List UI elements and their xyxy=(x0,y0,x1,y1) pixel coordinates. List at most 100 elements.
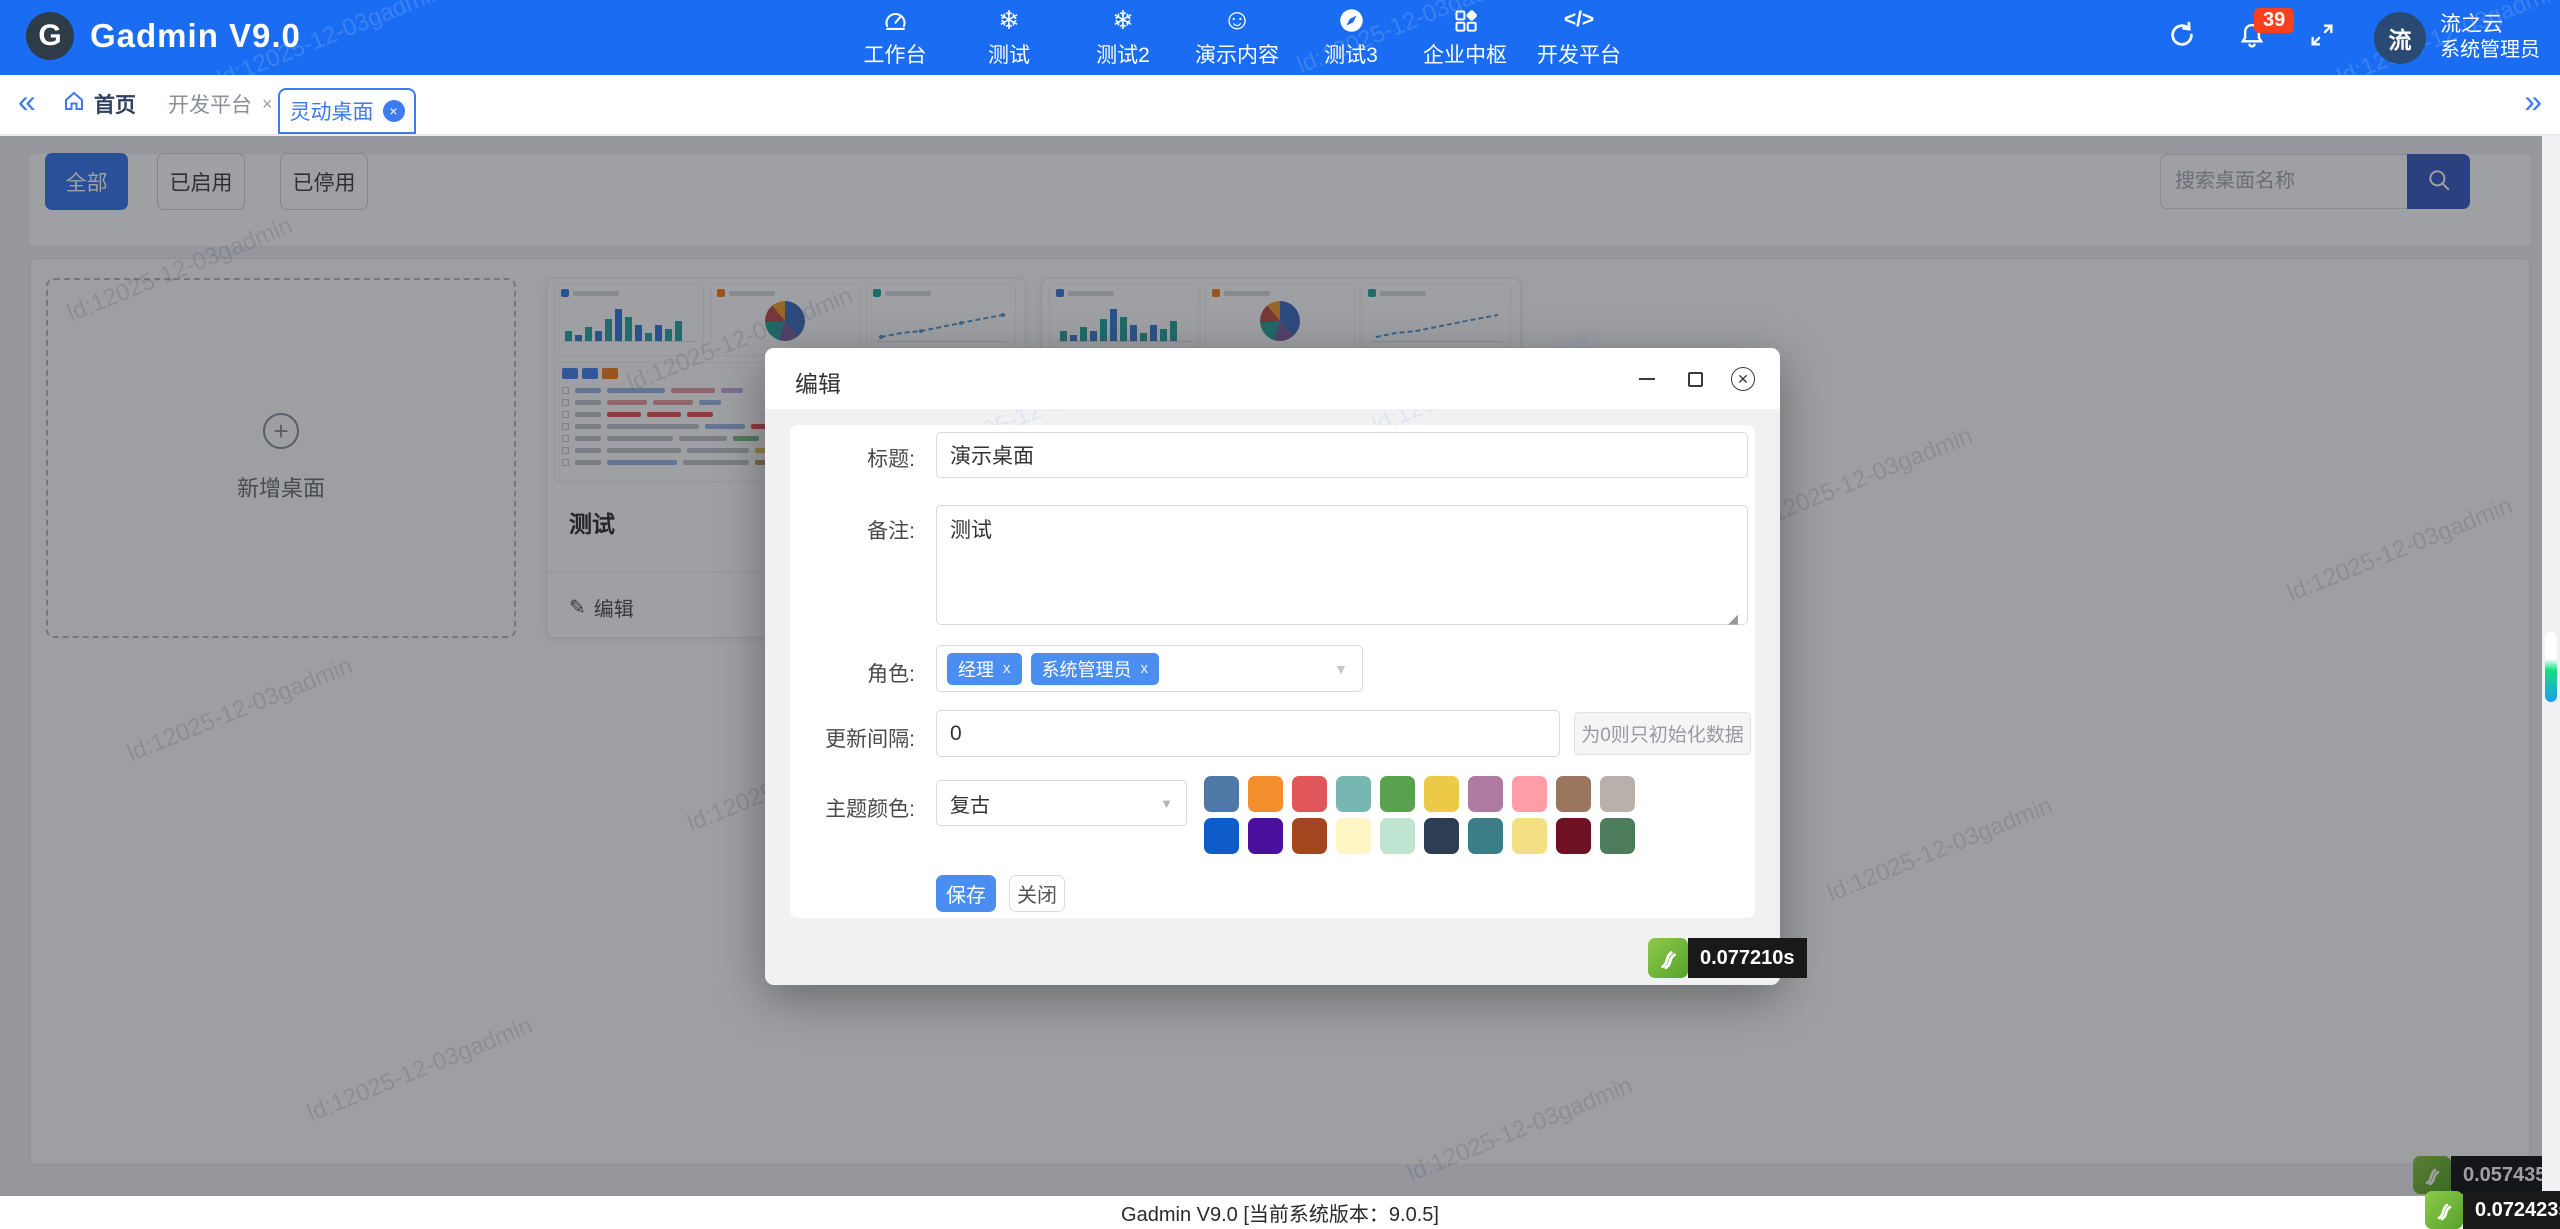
app-title: Gadmin V9.0 xyxy=(90,17,301,55)
interval-field-label: 更新间隔: xyxy=(790,723,915,753)
theme-color-swatch[interactable] xyxy=(1424,776,1459,812)
compass-icon xyxy=(1338,6,1365,34)
code-icon: </> xyxy=(1564,6,1594,34)
remove-tag-icon[interactable]: x xyxy=(1141,660,1149,677)
role-tag: 系统管理员x xyxy=(1031,653,1160,685)
dialog-titlebar: 编辑 ✕ xyxy=(765,348,1780,410)
theme-color-swatch[interactable] xyxy=(1248,818,1283,854)
performance-badge: 0.072423s xyxy=(2425,1191,2560,1229)
version-text: Gadmin V9.0 [当前系统版本：9.0.5] xyxy=(1121,1198,1439,1227)
maximize-button[interactable] xyxy=(1682,366,1708,392)
refresh-icon xyxy=(2167,20,2197,55)
chevron-down-icon: ▼ xyxy=(1160,796,1173,811)
theme-color-swatch[interactable] xyxy=(1336,776,1371,812)
scrollbar-thumb[interactable] xyxy=(2545,632,2557,702)
theme-color-swatch[interactable] xyxy=(1336,818,1371,854)
theme-color-swatch[interactable] xyxy=(1204,818,1239,854)
save-button[interactable]: 保存 xyxy=(936,875,996,912)
nav-item-workbench[interactable]: 工作台 xyxy=(845,0,945,75)
page-scrollbar xyxy=(2542,136,2560,1196)
nav-item-demo-content[interactable]: ☺ 演示内容 xyxy=(1187,0,1287,75)
theme-color-swatch[interactable] xyxy=(1468,776,1503,812)
close-icon: ✕ xyxy=(1731,367,1755,391)
tab-label: 灵动桌面 xyxy=(290,96,374,126)
roles-multiselect[interactable]: 经理x 系统管理员x ▼ xyxy=(936,645,1363,692)
theme-field-label: 主题颜色: xyxy=(790,793,915,823)
fullscreen-icon xyxy=(2308,21,2336,54)
theme-color-swatch[interactable] xyxy=(1600,818,1635,854)
title-input[interactable] xyxy=(936,432,1748,478)
minimize-icon xyxy=(1639,378,1655,381)
user-role: 系统管理员 xyxy=(2440,38,2540,63)
blocks-icon xyxy=(1452,6,1479,34)
remark-textarea[interactable]: 测试 xyxy=(936,505,1748,625)
user-org: 流之云 xyxy=(2440,12,2540,38)
nav-label: 测试 xyxy=(988,39,1030,69)
interval-hint-button[interactable]: 为0则只初始化数据 xyxy=(1574,712,1751,755)
avatar: 流 xyxy=(2374,12,2426,64)
nav-label: 演示内容 xyxy=(1195,39,1279,69)
tab-bar: « 首页 开发平台 × 灵动桌面 × » xyxy=(0,75,2560,135)
nav-label: 开发平台 xyxy=(1537,39,1621,69)
nav-label: 企业中枢 xyxy=(1423,39,1507,69)
snowflake-icon: ❄ xyxy=(1112,6,1134,34)
cancel-button[interactable]: 关闭 xyxy=(1009,875,1065,912)
theme-color-swatch[interactable] xyxy=(1424,818,1459,854)
nav-item-test[interactable]: ❄ 测试 xyxy=(959,0,1059,75)
interval-input[interactable] xyxy=(936,710,1560,757)
role-tag: 经理x xyxy=(947,653,1022,685)
perf-time-label: 0.077210s xyxy=(1688,938,1807,978)
theme-color-swatch[interactable] xyxy=(1468,818,1503,854)
refresh-button[interactable] xyxy=(2164,20,2200,56)
nav-item-test2[interactable]: ❄ 测试2 xyxy=(1073,0,1173,75)
theme-color-swatch[interactable] xyxy=(1204,776,1239,812)
theme-color-swatch[interactable] xyxy=(1600,776,1635,812)
remark-field-label: 备注: xyxy=(790,515,915,545)
user-menu[interactable]: 流 流之云 系统管理员 xyxy=(2374,12,2540,64)
status-bar: Gadmin V9.0 [当前系统版本：9.0.5] xyxy=(0,1196,2560,1229)
theme-color-swatch[interactable] xyxy=(1512,818,1547,854)
theme-color-swatch[interactable] xyxy=(1512,776,1547,812)
tab-label: 首页 xyxy=(94,89,136,119)
close-tab-icon[interactable]: × xyxy=(383,100,405,122)
app-header: ld:12025-12-03gadmin ld:12025-12-03gadmi… xyxy=(0,0,2560,75)
tabs-collapse-right[interactable]: » xyxy=(2524,83,2542,120)
maximize-icon xyxy=(1688,372,1703,387)
theme-color-swatch[interactable] xyxy=(1556,776,1591,812)
tab-label: 开发平台 xyxy=(168,89,252,119)
fullscreen-button[interactable] xyxy=(2304,20,2340,56)
close-tab-icon[interactable]: × xyxy=(262,94,273,115)
minimize-button[interactable] xyxy=(1634,366,1660,392)
theme-color-swatch[interactable] xyxy=(1292,818,1327,854)
app-logo: G xyxy=(26,12,74,60)
smiley-icon: ☺ xyxy=(1222,6,1252,34)
nav-label: 测试2 xyxy=(1096,39,1150,69)
theme-color-swatch[interactable] xyxy=(1380,776,1415,812)
remove-tag-icon[interactable]: x xyxy=(1003,660,1011,677)
chevron-down-icon: ▼ xyxy=(1334,661,1348,677)
close-button[interactable]: ✕ xyxy=(1730,366,1756,392)
nav-item-enterprise-hub[interactable]: 企业中枢 xyxy=(1415,0,1515,75)
dialog-form: 标题: 备注: 测试 ◢ 角色: 经理x 系统管理员x ▼ 更新间隔: 为0则只… xyxy=(790,425,1755,918)
nav-item-dev-platform[interactable]: </> 开发平台 xyxy=(1529,0,1629,75)
tabs-collapse-left[interactable]: « xyxy=(18,83,36,120)
theme-selected-value: 复古 xyxy=(950,789,990,818)
theme-color-swatch[interactable] xyxy=(1380,818,1415,854)
tab-dev-platform[interactable]: 开发平台 × xyxy=(168,89,273,119)
nav-label: 工作台 xyxy=(864,39,927,69)
nav-item-test3[interactable]: 测试3 xyxy=(1301,0,1401,75)
tab-home[interactable]: 首页 xyxy=(62,89,136,119)
dashboard-icon xyxy=(882,6,909,34)
theme-select[interactable]: 复古 ▼ xyxy=(936,780,1187,826)
theme-color-swatch[interactable] xyxy=(1556,818,1591,854)
edit-dialog: ld:12025-12-03gadmin ld:12025-12-03gadmi… xyxy=(765,348,1780,985)
theme-color-swatch[interactable] xyxy=(1292,776,1327,812)
perf-time-label: 0.072423s xyxy=(2463,1191,2560,1229)
performance-badge: 0.077210s xyxy=(1648,938,1807,978)
tab-smart-desktop-active[interactable]: 灵动桌面 × xyxy=(278,88,416,134)
perf-logo-icon xyxy=(1648,938,1688,978)
roles-field-label: 角色: xyxy=(790,658,915,688)
notifications-button[interactable]: 39 xyxy=(2234,20,2270,56)
app-window: 全部 已启用 已停用 + 新增桌面 xyxy=(0,0,2560,1229)
theme-color-swatch[interactable] xyxy=(1248,776,1283,812)
